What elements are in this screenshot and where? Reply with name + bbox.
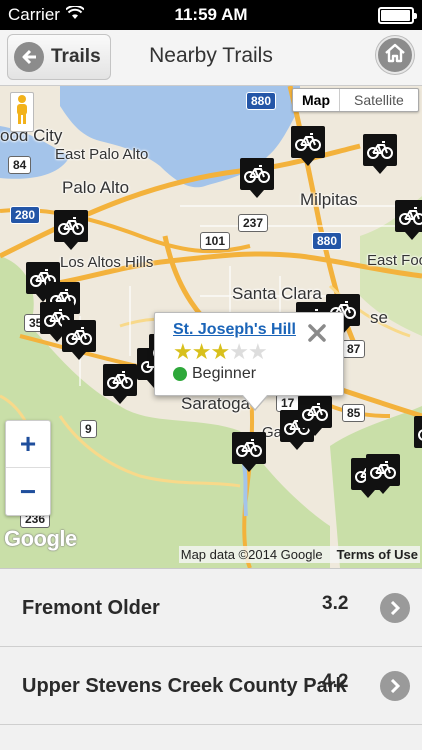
bike-trail-marker-icon[interactable] (414, 416, 422, 456)
zoom-in-button[interactable]: + (6, 421, 50, 468)
map-label-palo-alto: Palo Alto (62, 178, 130, 197)
trail-row-distance: 4.2 (322, 671, 349, 692)
bike-trail-marker-icon[interactable] (62, 320, 96, 360)
trail-row[interactable]: Upper Stevens Creek County Park 4.2 (0, 647, 422, 725)
pegman-icon (14, 94, 30, 131)
trail-row-name: Fremont Older (22, 597, 160, 619)
shield-880-south: 880 (312, 232, 343, 250)
bike-trail-marker-icon[interactable] (291, 126, 325, 166)
star-empty-icon: ★ (247, 339, 268, 364)
map-type-map-button[interactable]: Map (293, 89, 340, 111)
zoom-out-button[interactable]: − (6, 468, 50, 515)
map-data-credit: Map data ©2014 Google (180, 547, 323, 562)
zoom-control: + − (5, 420, 51, 516)
star-filled-icon: ★ (173, 339, 193, 364)
chevron-right-icon[interactable] (380, 593, 410, 623)
map-type-toggle: Map Satellite (292, 88, 419, 112)
map-label-los-altos-hills: Los Altos Hills (60, 254, 154, 271)
terms-of-use-link[interactable]: Terms of Use (337, 547, 418, 562)
google-logo: Google (4, 526, 77, 551)
battery-icon (378, 7, 417, 24)
bike-trail-marker-icon[interactable] (240, 158, 274, 198)
popup-close-icon[interactable] (307, 323, 327, 344)
difficulty-label: Beginner (192, 365, 257, 382)
shield-101: 101 (200, 232, 231, 250)
trail-list: Fremont Older 3.2 Upper Stevens Creek Co… (0, 568, 422, 750)
map-label-east-palo-alto: East Palo Alto (55, 146, 149, 163)
bike-trail-marker-icon[interactable] (366, 454, 400, 494)
shield-9: 9 (80, 420, 97, 438)
map-label-santa-clara: Santa Clara (232, 284, 322, 303)
map-label-milpitas: Milpitas (300, 190, 358, 209)
shield-280: 280 (10, 206, 41, 224)
trail-map[interactable]: ood City East Palo Alto Palo Alto Milpit… (0, 86, 422, 568)
shield-237: 237 (238, 214, 269, 232)
trail-row[interactable]: Fremont Older 3.2 (0, 569, 422, 647)
star-rating: ★★★★★ (173, 341, 343, 363)
nav-bar: Trails Nearby Trails (0, 30, 422, 86)
trail-row-distance: 3.2 (322, 593, 349, 614)
battery-fill (381, 10, 410, 21)
map-label-san-jose: se (370, 308, 388, 327)
bike-trail-marker-icon[interactable] (54, 210, 88, 250)
status-bar: Carrier 11:59 AM (0, 0, 422, 30)
street-view-pegman[interactable] (10, 92, 34, 132)
difficulty-level: Beginner (173, 365, 343, 383)
bike-trail-marker-icon[interactable] (363, 134, 397, 174)
star-filled-icon: ★ (191, 339, 212, 364)
shield-85: 85 (342, 404, 366, 422)
chevron-right-icon[interactable] (380, 671, 410, 701)
bike-trail-marker-icon[interactable] (232, 432, 266, 472)
map-label-east-foothills: East Foo (367, 252, 422, 269)
difficulty-dot-icon (173, 367, 187, 381)
shield-84: 84 (8, 156, 32, 174)
bike-trail-marker-icon[interactable] (298, 396, 332, 436)
shield-87: 87 (342, 340, 366, 358)
bike-trail-marker-icon[interactable] (395, 200, 422, 240)
status-time: 11:59 AM (174, 5, 248, 24)
map-type-satellite-button[interactable]: Satellite (340, 89, 418, 111)
page-title: Nearby Trails (149, 44, 273, 67)
home-icon (384, 42, 406, 69)
map-label-saratoga: Saratoga (181, 394, 250, 413)
map-attribution: Map data ©2014 Google Terms of Use (178, 546, 420, 563)
bike-trail-marker-icon[interactable] (103, 364, 137, 404)
star-empty-icon: ★ (229, 339, 249, 364)
trail-row-name: Upper Stevens Creek County Park (22, 675, 347, 697)
star-filled-icon: ★ (210, 339, 230, 364)
shield-880-north: 880 (246, 92, 277, 110)
home-button[interactable] (376, 36, 414, 74)
trail-info-popup: St. Joseph's Hill ★★★★★ Beginner (154, 312, 344, 411)
